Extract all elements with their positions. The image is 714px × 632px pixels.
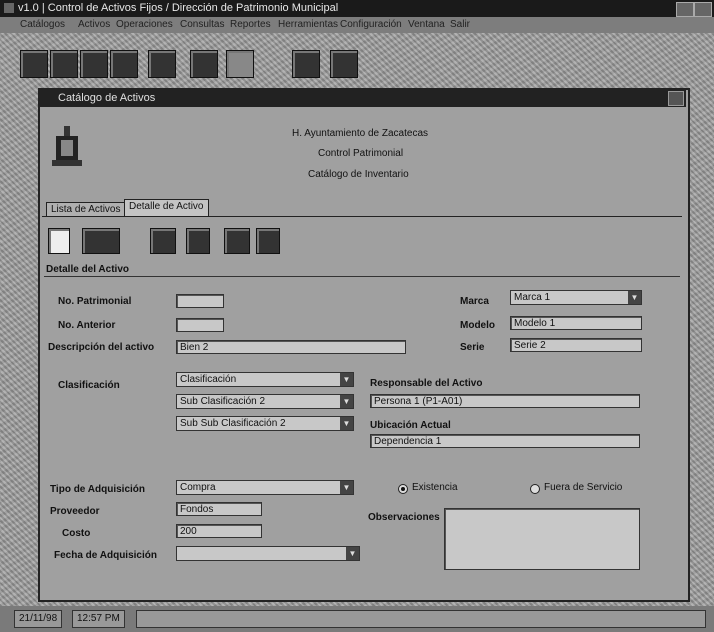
chevron-down-icon[interactable]: ▼: [628, 291, 641, 304]
people-icon[interactable]: [330, 50, 358, 78]
print-icon[interactable]: [150, 228, 176, 254]
refresh-icon[interactable]: [110, 50, 138, 78]
fecha-adquisicion-label: Fecha de Adquisición: [54, 550, 157, 561]
fecha-adquisicion-select[interactable]: ▼: [176, 546, 360, 561]
header-line-1: H. Ayuntamiento de Zacatecas: [292, 128, 429, 139]
app-icon[interactable]: [4, 3, 14, 13]
costo-label: Costo: [62, 528, 91, 539]
status-date: 21/11/98: [14, 610, 63, 628]
no-patrimonial-label: No. Patrimonial: [58, 296, 132, 307]
clasificacion-select[interactable]: Clasificación ▼: [176, 372, 354, 387]
no-anterior-field[interactable]: [176, 318, 224, 332]
header-line-3: Catálogo de Inventario: [308, 169, 409, 180]
logo-icon: [50, 124, 84, 168]
tipo-adquisicion-select[interactable]: Compra ▼: [176, 480, 354, 495]
app-title: v1.0 | Control de Activos Fijos / Direcc…: [18, 2, 339, 14]
status-bar: 21/11/98 12:57 PM: [0, 606, 714, 632]
subsubclasificacion-value: Sub Sub Clasificación 2: [180, 418, 286, 429]
proveedor-field[interactable]: Fondos: [176, 502, 262, 516]
radio-existencia-label: Existencia: [412, 482, 458, 493]
subsubclasificacion-select[interactable]: Sub Sub Clasificación 2 ▼: [176, 416, 354, 431]
child-window-title: Catálogo de Activos: [58, 92, 156, 104]
menu-item-salir[interactable]: Salir: [450, 19, 470, 30]
menu-item-reportes[interactable]: Reportes: [230, 19, 271, 30]
subclasificacion-select[interactable]: Sub Clasificación 2 ▼: [176, 394, 354, 409]
ubicacion-label: Ubicación Actual: [370, 420, 451, 431]
tipo-adquisicion-value: Compra: [180, 482, 216, 493]
clasificacion-label: Clasificación: [58, 380, 120, 391]
no-anterior-label: No. Anterior: [58, 320, 116, 331]
descripcion-label: Descripción del activo: [48, 342, 155, 353]
chevron-down-icon[interactable]: ▼: [346, 547, 359, 560]
radio-fuera-servicio[interactable]: [530, 484, 540, 494]
serie-field[interactable]: Serie 2: [510, 338, 642, 352]
subclasificacion-value: Sub Clasificación 2: [180, 396, 266, 407]
menu-item-configuracion[interactable]: Configuración: [340, 19, 402, 30]
document-icon[interactable]: [190, 50, 218, 78]
menu-item-catalogos[interactable]: Catálogos: [20, 19, 65, 30]
grid-icon[interactable]: [20, 50, 48, 78]
header-line-2: Control Patrimonial: [318, 148, 404, 159]
menu-item-activos[interactable]: Activos: [78, 19, 110, 30]
responsable-field[interactable]: Persona 1 (P1-A01): [370, 394, 640, 408]
ubicacion-field[interactable]: Dependencia 1: [370, 434, 640, 448]
main-title-bar: v1.0 | Control de Activos Fijos / Direcc…: [0, 0, 714, 17]
child-title-bar: Catálogo de Activos: [40, 90, 686, 107]
serie-label: Serie: [460, 342, 485, 353]
chevron-down-icon[interactable]: ▼: [340, 373, 353, 386]
search-icon[interactable]: [82, 228, 120, 254]
tab-detalle-activo[interactable]: Detalle de Activo: [124, 199, 209, 217]
exit-icon[interactable]: [256, 228, 280, 254]
marca-select[interactable]: Marca 1 ▼: [510, 290, 642, 305]
status-time: 12:57 PM: [72, 610, 125, 628]
observaciones-label: Observaciones: [368, 512, 440, 523]
pen-icon[interactable]: [80, 50, 108, 78]
tab-divider: [42, 216, 682, 217]
close-icon[interactable]: [668, 91, 684, 106]
clasificacion-value: Clasificación: [180, 374, 237, 385]
marca-label: Marca: [460, 296, 489, 307]
status-panel: [136, 610, 706, 628]
menu-item-consultas[interactable]: Consultas: [180, 19, 224, 30]
responsable-label: Responsable del Activo: [370, 378, 483, 389]
tools-icon[interactable]: [148, 50, 176, 78]
section-title: Detalle del Activo: [46, 264, 129, 275]
radio-fuera-servicio-label: Fuera de Servicio: [544, 482, 623, 493]
save-icon[interactable]: [224, 228, 250, 254]
modelo-field[interactable]: Modelo 1: [510, 316, 642, 330]
hand-icon[interactable]: [292, 50, 320, 78]
close-icon[interactable]: [694, 2, 712, 17]
menu-item-ventana[interactable]: Ventana: [408, 19, 445, 30]
chevron-down-icon[interactable]: ▼: [340, 417, 353, 430]
tipo-adquisicion-label: Tipo de Adquisición: [50, 484, 145, 495]
section-divider: [44, 276, 680, 277]
no-patrimonial-field[interactable]: [176, 294, 224, 308]
menu-item-operaciones[interactable]: Operaciones: [116, 19, 173, 30]
modelo-label: Modelo: [460, 320, 495, 331]
new-document-icon[interactable]: [48, 228, 70, 254]
proveedor-label: Proveedor: [50, 506, 100, 517]
card-icon[interactable]: [50, 50, 78, 78]
costo-field[interactable]: 200: [176, 524, 262, 538]
chevron-down-icon[interactable]: ▼: [340, 481, 353, 494]
descripcion-field[interactable]: Bien 2: [176, 340, 406, 354]
observaciones-textarea[interactable]: [444, 508, 640, 570]
menu-bar: Catálogos Activos Operaciones Consultas …: [0, 17, 714, 33]
tab-lista-activos[interactable]: Lista de Activos: [46, 202, 126, 217]
marca-value: Marca 1: [514, 292, 551, 303]
minimize-icon[interactable]: [676, 2, 694, 17]
chevron-down-icon[interactable]: ▼: [340, 395, 353, 408]
folder-icon[interactable]: [226, 50, 254, 78]
edit-icon[interactable]: [186, 228, 210, 254]
menu-item-herramientas[interactable]: Herramientas: [278, 19, 338, 30]
radio-existencia[interactable]: [398, 484, 408, 494]
